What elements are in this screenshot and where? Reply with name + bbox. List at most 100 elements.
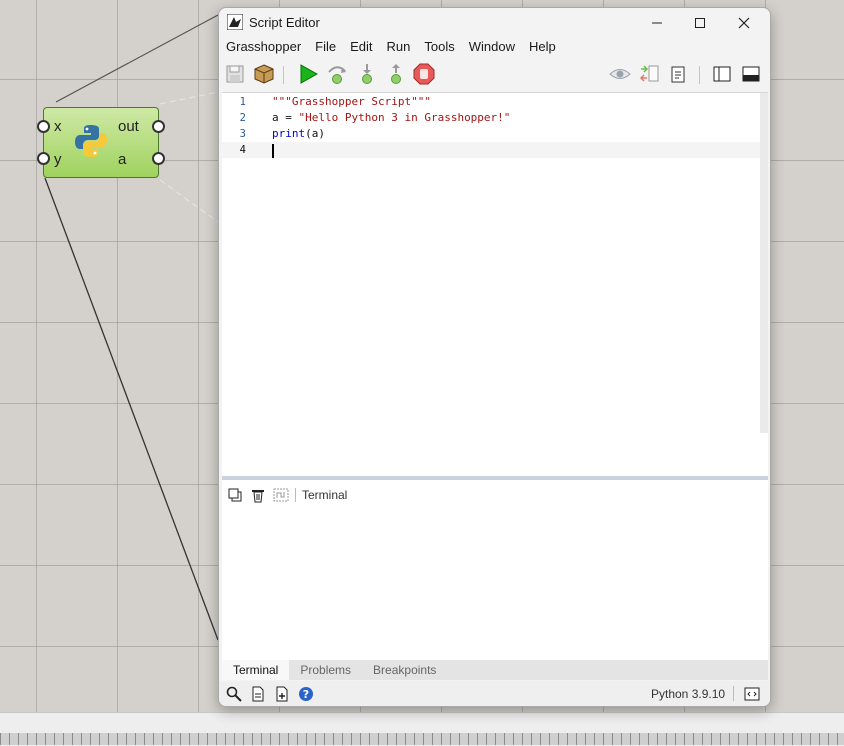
terminal-toolbar-separator (295, 488, 296, 502)
line-number: 1 (239, 96, 246, 108)
copy-icon (228, 488, 242, 502)
step-out-button[interactable] (385, 63, 407, 85)
bottom-tab-bar: Terminal Problems Breakpoints (222, 660, 768, 680)
script-editor-window[interactable]: Script Editor Grasshopper File Edit Run … (218, 7, 771, 707)
step-into-button[interactable] (356, 63, 378, 85)
window-title: Script Editor (249, 15, 320, 30)
grasshopper-app-icon (227, 14, 243, 30)
close-button[interactable] (724, 12, 764, 34)
trash-icon (252, 490, 264, 503)
panel-left-button[interactable] (711, 63, 733, 85)
menu-edit[interactable]: Edit (343, 39, 379, 59)
menu-file[interactable]: File (308, 39, 343, 59)
terminal-toolbar: Terminal (222, 485, 347, 505)
save-button[interactable] (224, 63, 246, 85)
new-file-button[interactable] (249, 685, 267, 703)
save-icon (226, 65, 244, 83)
toolbar-separator (283, 66, 284, 84)
compare-button[interactable] (639, 63, 661, 85)
text-caret (272, 144, 274, 158)
add-file-button[interactable] (273, 685, 291, 703)
copy-button[interactable] (225, 486, 245, 504)
maximize-icon (695, 18, 705, 28)
minimize-button[interactable] (637, 12, 677, 34)
preview-eye-icon (609, 69, 631, 79)
code-toggle-icon (744, 687, 760, 701)
code-toggle-button[interactable] (743, 685, 761, 703)
menu-window[interactable]: Window (462, 39, 522, 59)
toolbar-separator (699, 66, 700, 84)
add-file-icon (276, 686, 288, 702)
output-label-out: out (118, 118, 139, 135)
guide-bottom (159, 179, 219, 223)
help-button[interactable]: ? (297, 685, 315, 703)
help-icon: ? (299, 687, 313, 701)
stop-button[interactable] (413, 63, 435, 85)
stop-icon (413, 63, 435, 85)
step-out-icon (391, 64, 401, 84)
python-version[interactable]: Python 3.9.10 (651, 687, 725, 701)
step-over-icon (328, 66, 346, 84)
python-logo-icon (75, 125, 107, 157)
wire-bottom (44, 177, 219, 641)
new-file-icon (252, 686, 264, 702)
clipboard-icon (671, 66, 685, 83)
input-port-y[interactable] (37, 152, 50, 165)
output-port-out[interactable] (152, 120, 165, 133)
input-port-x[interactable] (37, 120, 50, 133)
tab-terminal[interactable]: Terminal (222, 660, 290, 680)
title-bar[interactable]: Script Editor (219, 8, 770, 38)
code-text: """Grasshopper Script""" (272, 95, 431, 108)
clear-button[interactable] (248, 486, 268, 504)
maximize-button[interactable] (680, 12, 720, 34)
menu-tools[interactable]: Tools (417, 39, 461, 59)
menu-bar: Grasshopper File Edit Run Tools Window H… (219, 39, 563, 59)
input-label-x: x (54, 118, 62, 135)
terminal-label: Terminal (302, 488, 348, 502)
package-icon (254, 64, 274, 84)
editor-scrollbar[interactable] (760, 93, 768, 433)
search-icon (226, 686, 242, 702)
tab-problems[interactable]: Problems (289, 660, 362, 680)
clipboard-button[interactable] (667, 63, 689, 85)
panel-left-icon (713, 66, 731, 82)
wrap-icon (273, 488, 289, 502)
terminal-panel[interactable]: Terminal (222, 480, 768, 660)
line-number: 2 (239, 112, 246, 124)
code-editor[interactable]: 1 """Grasshopper Script""" 2 a = "Hello … (222, 92, 768, 477)
menu-run[interactable]: Run (380, 39, 418, 59)
tab-breakpoints[interactable]: Breakpoints (362, 660, 447, 680)
run-button[interactable] (297, 63, 319, 85)
line-number: 4 (239, 144, 246, 156)
package-button[interactable] (253, 63, 275, 85)
minimize-icon (652, 22, 662, 24)
guide-top (159, 91, 219, 105)
status-separator (733, 686, 734, 701)
preview-button[interactable] (609, 63, 631, 85)
svg-text:?: ? (303, 688, 309, 701)
panel-bottom-button[interactable] (740, 63, 762, 85)
panel-bottom-icon (742, 66, 760, 82)
wrap-button[interactable] (271, 486, 291, 504)
output-port-a[interactable] (152, 152, 165, 165)
output-label-a: a (118, 151, 127, 168)
close-icon (738, 17, 750, 29)
status-bar: ? Python 3.9.10 (219, 681, 770, 706)
code-text: a = "Hello Python 3 in Grasshopper!" (272, 111, 511, 124)
step-over-button[interactable] (326, 63, 348, 85)
menu-help[interactable]: Help (522, 39, 563, 59)
menu-grasshopper[interactable]: Grasshopper (219, 39, 308, 59)
step-into-icon (362, 64, 372, 84)
code-line: 1 """Grasshopper Script""" (222, 94, 762, 110)
line-number: 3 (239, 128, 246, 140)
code-line: 3 print(a) (222, 126, 762, 142)
canvas-ruler (0, 733, 844, 745)
search-button[interactable] (225, 685, 243, 703)
run-icon (300, 64, 318, 84)
python-script-component[interactable]: x y out a (37, 107, 165, 178)
wire-top (55, 14, 219, 103)
compare-icon (639, 65, 659, 82)
code-text: print(a) (272, 127, 325, 140)
code-line-current: 4 (222, 142, 762, 158)
input-label-y: y (54, 151, 62, 168)
